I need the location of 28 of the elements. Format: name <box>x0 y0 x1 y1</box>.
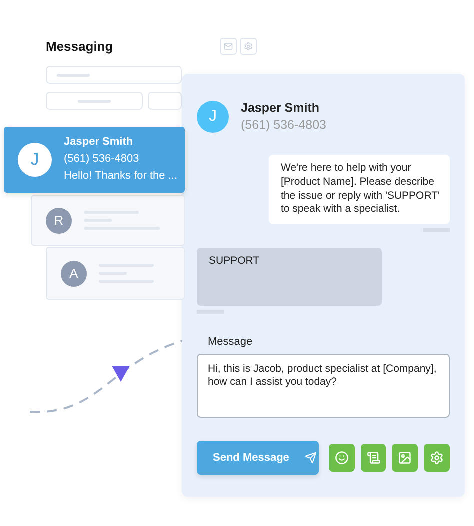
received-message: SUPPORT <box>197 248 382 306</box>
contact-name: Jasper Smith <box>241 101 321 117</box>
send-icon <box>305 452 318 464</box>
contact-card[interactable]: A <box>46 247 185 300</box>
contact-avatar: A <box>61 260 87 286</box>
contact-name: Jasper Smith <box>64 136 134 150</box>
search-field[interactable] <box>46 66 182 84</box>
message-field[interactable]: Hi, this is Jacob, product specialist at [Company], how can I assist you today? <box>197 354 450 418</box>
inbox-title: Messaging <box>46 39 114 54</box>
contact-avatar: J <box>18 143 52 177</box>
contact-card[interactable]: R <box>31 195 185 246</box>
mail-icon[interactable] <box>220 38 237 55</box>
filter-button[interactable] <box>148 92 182 110</box>
send-message-button[interactable]: Send Message <box>197 441 319 475</box>
message-label: Message <box>208 336 254 348</box>
contact-avatar: J <box>197 101 229 134</box>
emoji-icon[interactable] <box>328 444 355 472</box>
settings-icon[interactable] <box>424 444 450 472</box>
filter-button[interactable] <box>46 92 143 110</box>
contact-phone: (561) 536-4803 <box>64 153 140 167</box>
contact-card[interactable]: J Jasper Smith (561) 536-4803 Hello! Thanks for the ... <box>4 127 185 193</box>
contact-avatar: R <box>46 208 72 234</box>
image-icon[interactable] <box>392 444 418 472</box>
message-preview: Hello! Thanks for the ... <box>64 170 178 184</box>
sent-message: We're here to help with your [Product Name]. Please describe the issue or reply with 'SUPPORT' to speak with a specialist. <box>269 155 450 224</box>
settings-icon[interactable] <box>240 38 257 55</box>
scroll-icon[interactable] <box>360 444 386 472</box>
contact-phone: (561) 536-4803 <box>241 118 326 134</box>
